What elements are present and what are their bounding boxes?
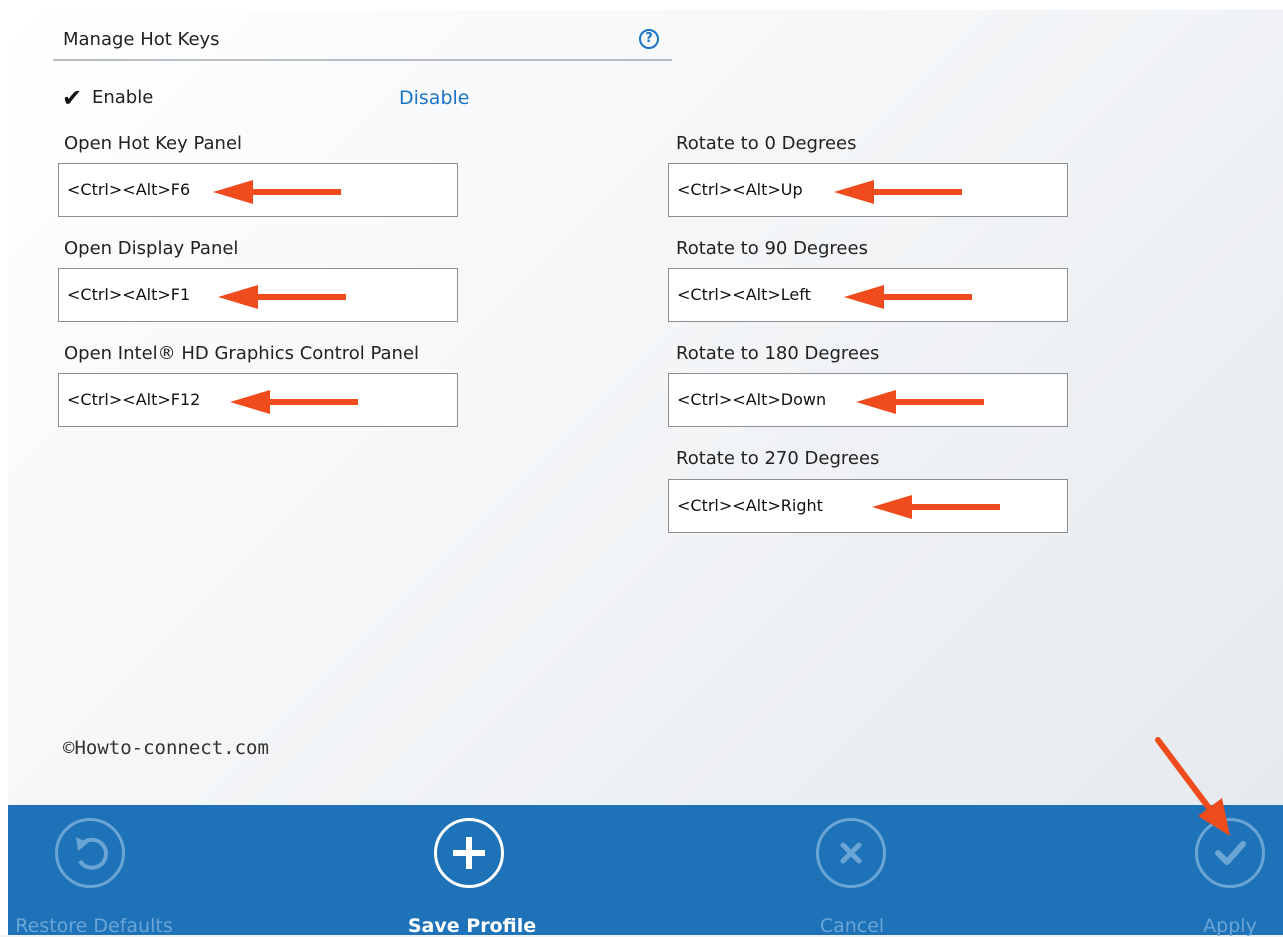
hotkey-value: <Ctrl><Alt>Up [677, 180, 803, 199]
watermark: ©Howto-connect.com [63, 737, 269, 759]
checkmark-icon[interactable]: ✔ [62, 84, 82, 112]
hotkey-label-open-display-panel: Open Display Panel [64, 238, 239, 259]
annotation-arrow-icon [856, 390, 984, 414]
enable-option[interactable]: Enable [92, 87, 153, 108]
hotkey-value: <Ctrl><Alt>F12 [67, 390, 201, 409]
hotkey-label-open-hotkey-panel: Open Hot Key Panel [64, 133, 243, 154]
title-divider [53, 59, 672, 61]
hotkey-label-rotate-90: Rotate to 90 Degrees [676, 238, 868, 259]
hotkey-field-rotate-270[interactable]: <Ctrl><Alt>Right [668, 479, 1068, 533]
cancel-label: Cancel [819, 915, 885, 937]
annotation-arrow-icon [218, 285, 346, 309]
hotkey-value: <Ctrl><Alt>F6 [67, 180, 191, 199]
hotkey-value: <Ctrl><Alt>Right [677, 496, 823, 515]
plus-icon [434, 818, 504, 888]
annotation-arrow-icon [834, 180, 962, 204]
annotation-arrow-icon [872, 495, 1000, 519]
undo-icon [55, 818, 125, 888]
hotkey-value: <Ctrl><Alt>Left [677, 285, 811, 304]
annotation-arrow-icon [844, 285, 972, 309]
apply-label: Apply [1203, 915, 1257, 937]
annotation-arrow-icon [230, 390, 358, 414]
save-profile-label: Save Profile [407, 915, 537, 937]
save-profile-button[interactable]: Save Profile [372, 805, 572, 937]
window-left-border [0, 0, 8, 935]
hotkeys-content-panel: Manage Hot Keys ? ✔ Enable Disable Open … [8, 10, 1283, 805]
restore-defaults-label: Restore Defaults [15, 915, 173, 937]
section-title: Manage Hot Keys [63, 29, 220, 50]
hotkey-label-rotate-270: Rotate to 270 Degrees [676, 448, 880, 469]
disable-option[interactable]: Disable [399, 87, 469, 109]
help-icon[interactable]: ? [639, 29, 659, 49]
window-top-border [0, 0, 1283, 10]
hotkey-value: <Ctrl><Alt>F1 [67, 285, 191, 304]
close-icon [816, 818, 886, 888]
restore-defaults-button[interactable]: Restore Defaults [8, 805, 208, 937]
annotation-arrow-icon [1155, 737, 1230, 836]
hotkey-label-rotate-0: Rotate to 0 Degrees [676, 133, 857, 154]
bottom-action-bar: Restore Defaults Save Profile Cancel App… [8, 805, 1283, 937]
hotkey-label-rotate-180: Rotate to 180 Degrees [676, 343, 880, 364]
cancel-button[interactable]: Cancel [752, 805, 952, 937]
annotation-arrow-icon [213, 180, 341, 204]
hotkey-label-open-control-panel: Open Intel® HD Graphics Control Panel [64, 343, 420, 364]
hotkey-value: <Ctrl><Alt>Down [677, 390, 827, 409]
